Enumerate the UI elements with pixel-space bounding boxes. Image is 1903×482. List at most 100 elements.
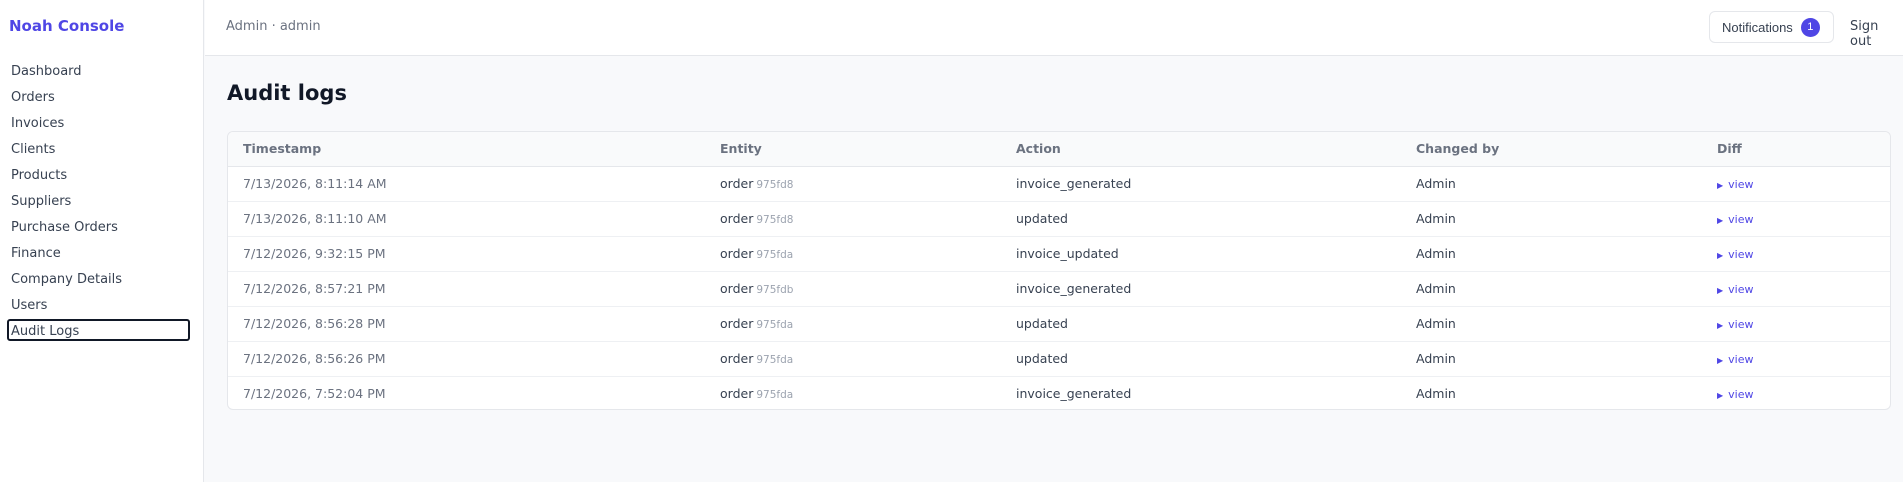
table-row: 7/13/2026, 8:11:10 AM order 975fd8 update… <box>228 201 1890 237</box>
diff-view-toggle[interactable]: ▶ view <box>1717 388 1754 401</box>
triangle-right-icon: ▶ <box>1717 251 1724 260</box>
triangle-right-icon: ▶ <box>1717 391 1724 401</box>
entity-cell: order 975fda <box>705 341 1001 377</box>
changed-by-cell: Admin <box>1401 341 1702 377</box>
table-row: 7/12/2026, 7:52:04 PM order 975fda invoic… <box>228 376 1890 409</box>
action-cell: updated <box>1001 341 1401 377</box>
sidebar-item-purchase-orders[interactable]: Purchase Orders <box>7 215 190 237</box>
sidebar-item-dashboard[interactable]: Dashboard <box>7 59 190 81</box>
diff-cell: ▶ view <box>1702 201 1890 237</box>
entity-type: order <box>720 246 754 261</box>
table-header-row: Timestamp Entity Action Changed by Diff <box>228 132 1890 167</box>
sidebar-item-suppliers[interactable]: Suppliers <box>7 189 190 211</box>
action-cell: invoice_generated <box>1001 271 1401 307</box>
sidebar-item-products[interactable]: Products <box>7 163 190 185</box>
sign-out-link[interactable]: Sign out <box>1850 19 1903 49</box>
notifications-label: Notifications <box>1722 19 1793 35</box>
notifications-count-badge: 1 <box>1800 17 1820 37</box>
entity-type: order <box>720 281 754 296</box>
changed-by-cell: Admin <box>1416 386 1456 402</box>
timestamp-cell: 7/12/2026, 7:52:04 PM <box>243 386 386 402</box>
sidebar-item-orders[interactable]: Orders <box>7 85 190 107</box>
diff-cell: ▶ view <box>1702 236 1890 272</box>
entity-type: order <box>720 386 754 402</box>
diff-cell: ▶ view <box>1702 271 1890 307</box>
top-bar: Admin · admin Notifications 1 Sign out <box>205 0 1903 56</box>
entity-cell: order 975fd8 <box>705 166 1001 202</box>
diff-view-label: view <box>1728 388 1754 402</box>
entity-id: 975fdb <box>756 284 794 296</box>
entity-id: 975fd8 <box>756 179 794 191</box>
diff-cell: ▶ view <box>1702 376 1890 409</box>
sidebar-nav: Dashboard Orders Invoices Clients Produc… <box>7 59 190 345</box>
changed-by-cell: Admin <box>1401 271 1702 307</box>
triangle-right-icon: ▶ <box>1717 321 1724 330</box>
entity-cell: order 975fda <box>705 376 1001 409</box>
diff-view-label: view <box>1728 283 1754 296</box>
table-row: 7/12/2026, 8:56:26 PM order 975fda update… <box>228 341 1890 377</box>
timestamp-cell: 7/12/2026, 8:56:28 PM <box>228 306 705 342</box>
page-title: Audit logs <box>227 81 347 105</box>
action-cell: updated <box>1001 306 1401 342</box>
column-header-diff[interactable]: Diff <box>1702 132 1890 167</box>
entity-cell: order 975fd8 <box>705 201 1001 237</box>
action-cell: invoice_generated <box>1016 386 1132 402</box>
diff-cell: ▶ view <box>1702 306 1890 342</box>
entity-type: order <box>720 211 754 226</box>
action-cell: invoice_generated <box>1001 166 1401 202</box>
diff-view-label: view <box>1728 318 1754 331</box>
timestamp-cell: 7/12/2026, 8:56:26 PM <box>228 341 705 377</box>
entity-id: 975fda <box>756 389 794 402</box>
changed-by-cell: Admin <box>1401 306 1702 342</box>
table-row: 7/13/2026, 8:11:14 AM order 975fd8 invoic… <box>228 166 1890 202</box>
sidebar: Noah Console Dashboard Orders Invoices C… <box>0 0 204 482</box>
triangle-right-icon: ▶ <box>1717 181 1724 190</box>
column-header-timestamp[interactable]: Timestamp <box>228 132 705 167</box>
diff-view-toggle[interactable]: ▶ view <box>1717 318 1754 331</box>
notifications-button[interactable]: Notifications 1 <box>1709 11 1834 43</box>
sidebar-item-finance[interactable]: Finance <box>7 241 190 263</box>
table-row: 7/12/2026, 8:56:28 PM order 975fda update… <box>228 306 1890 342</box>
brand-logo[interactable]: Noah Console <box>9 17 124 35</box>
column-header-changed-by[interactable]: Changed by <box>1401 132 1702 167</box>
triangle-right-icon: ▶ <box>1717 356 1724 365</box>
diff-view-toggle[interactable]: ▶ view <box>1717 248 1754 261</box>
entity-id: 975fd8 <box>756 214 794 226</box>
action-cell: invoice_updated <box>1001 236 1401 272</box>
timestamp-cell: 7/12/2026, 9:32:15 PM <box>228 236 705 272</box>
column-header-entity[interactable]: Entity <box>705 132 1001 167</box>
entity-id: 975fda <box>756 249 794 261</box>
sidebar-item-audit-logs[interactable]: Audit Logs <box>7 319 190 341</box>
entity-id: 975fda <box>756 354 794 366</box>
sidebar-item-company-details[interactable]: Company Details <box>7 267 190 289</box>
diff-view-label: view <box>1728 178 1754 191</box>
sidebar-item-clients[interactable]: Clients <box>7 137 190 159</box>
timestamp-cell: 7/13/2026, 8:11:10 AM <box>228 201 705 237</box>
diff-cell: ▶ view <box>1702 341 1890 377</box>
diff-view-label: view <box>1728 353 1754 366</box>
entity-type: order <box>720 316 754 331</box>
entity-cell: order 975fda <box>705 306 1001 342</box>
diff-view-toggle[interactable]: ▶ view <box>1717 213 1754 226</box>
changed-by-cell: Admin <box>1401 166 1702 202</box>
table-row: 7/12/2026, 9:32:15 PM order 975fda invoic… <box>228 236 1890 272</box>
diff-view-toggle[interactable]: ▶ view <box>1717 353 1754 366</box>
entity-type: order <box>720 351 754 366</box>
sidebar-item-users[interactable]: Users <box>7 293 190 315</box>
changed-by-cell: Admin <box>1401 201 1702 237</box>
entity-id: 975fda <box>756 319 794 331</box>
column-header-action[interactable]: Action <box>1001 132 1401 167</box>
timestamp-cell: 7/13/2026, 8:11:14 AM <box>228 166 705 202</box>
diff-view-label: view <box>1728 213 1754 226</box>
entity-type: order <box>720 176 754 191</box>
action-cell: updated <box>1001 201 1401 237</box>
changed-by-cell: Admin <box>1401 236 1702 272</box>
breadcrumb: Admin · admin <box>226 19 321 34</box>
entity-cell: order 975fda <box>705 236 1001 272</box>
diff-view-label: view <box>1728 248 1754 261</box>
diff-view-toggle[interactable]: ▶ view <box>1717 178 1754 191</box>
audit-log-table: Timestamp Entity Action Changed by Diff … <box>227 131 1891 410</box>
diff-view-toggle[interactable]: ▶ view <box>1717 283 1754 296</box>
sidebar-item-invoices[interactable]: Invoices <box>7 111 190 133</box>
triangle-right-icon: ▶ <box>1717 216 1724 225</box>
